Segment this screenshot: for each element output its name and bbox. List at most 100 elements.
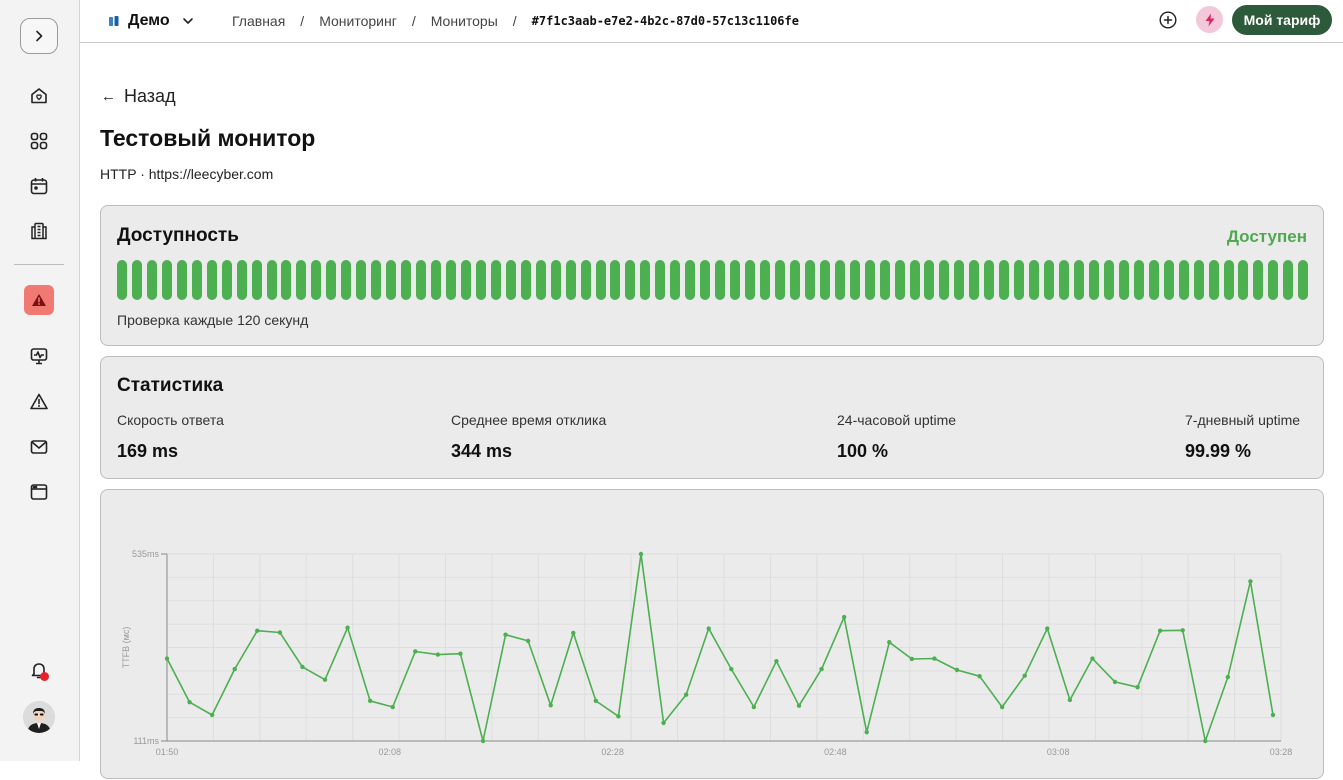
back-label: Назад bbox=[124, 86, 176, 106]
data-point bbox=[751, 704, 757, 710]
data-point bbox=[1022, 673, 1027, 678]
data-point bbox=[525, 638, 531, 644]
statistics-card: Статистика Скорость ответа 169 ms Средне… bbox=[100, 356, 1324, 479]
browser-icon[interactable] bbox=[27, 480, 51, 504]
availability-bar bbox=[356, 260, 367, 300]
data-point bbox=[458, 651, 463, 656]
page-title: Тестовый монитор bbox=[100, 125, 316, 151]
y-tick-label: 535ms bbox=[132, 549, 160, 559]
availability-bar bbox=[386, 260, 397, 300]
stat-uptime-7d: 7-дневный uptime 99.99 % bbox=[1185, 412, 1300, 462]
availability-bar bbox=[1059, 260, 1070, 300]
availability-title: Доступность bbox=[117, 225, 239, 246]
breadcrumb-monitoring[interactable]: Мониторинг bbox=[319, 13, 397, 29]
data-point bbox=[977, 673, 982, 679]
availability-bar bbox=[281, 260, 292, 300]
availability-bar bbox=[834, 260, 845, 300]
data-point bbox=[187, 699, 192, 705]
availability-bar bbox=[1118, 260, 1129, 300]
data-point bbox=[1135, 684, 1140, 690]
data-point bbox=[1248, 579, 1253, 584]
stat-response-speed: Скорость ответа 169 ms bbox=[117, 412, 224, 462]
avatar[interactable] bbox=[23, 701, 55, 733]
availability-bar bbox=[789, 260, 800, 300]
stat-avg-response: Среднее время отклика 344 ms bbox=[451, 412, 606, 462]
availability-bar bbox=[550, 260, 561, 300]
sidebar bbox=[0, 0, 80, 761]
data-point bbox=[1180, 628, 1185, 633]
availability-bar bbox=[117, 260, 127, 300]
availability-bar bbox=[1133, 260, 1144, 300]
monitor-icon[interactable] bbox=[27, 344, 51, 368]
x-tick-label: 01:50 bbox=[156, 747, 179, 757]
stat-uptime-24h: 24-часовой uptime 100 % bbox=[837, 412, 956, 462]
availability-bar bbox=[326, 260, 337, 300]
data-point bbox=[300, 664, 305, 670]
breadcrumb-separator: / bbox=[300, 13, 305, 29]
x-tick-label: 03:28 bbox=[1270, 747, 1293, 757]
data-point bbox=[345, 625, 350, 630]
availability-bar bbox=[774, 260, 785, 300]
upgrade-button[interactable] bbox=[1196, 6, 1223, 33]
data-point bbox=[774, 658, 779, 664]
data-point bbox=[480, 738, 486, 744]
building-icon[interactable] bbox=[27, 219, 51, 243]
availability-card: Доступность Доступен Проверка каждые 120… bbox=[100, 205, 1324, 346]
warning-icon[interactable] bbox=[27, 390, 51, 414]
breadcrumb-home[interactable]: Главная bbox=[232, 13, 285, 29]
statistics-title: Статистика bbox=[117, 375, 224, 396]
workspace-switcher[interactable]: Демо bbox=[108, 0, 194, 42]
availability-bar bbox=[146, 260, 157, 300]
data-point bbox=[1225, 674, 1231, 680]
data-point bbox=[232, 666, 237, 672]
mail-icon[interactable] bbox=[27, 435, 51, 459]
stat-value: 99.99 % bbox=[1185, 441, 1252, 461]
data-point bbox=[390, 704, 395, 710]
availability-bar bbox=[759, 260, 770, 300]
data-point bbox=[209, 712, 215, 718]
data-point bbox=[638, 551, 644, 557]
availability-bar bbox=[715, 260, 726, 300]
availability-bar bbox=[969, 260, 980, 300]
x-tick-label: 02:28 bbox=[601, 747, 624, 757]
back-link[interactable]: ← Назад bbox=[101, 86, 176, 107]
expand-sidebar-button[interactable] bbox=[20, 18, 58, 54]
availability-bar bbox=[460, 260, 471, 300]
stat-label: 24-часовой uptime bbox=[837, 412, 957, 428]
availability-bar bbox=[520, 260, 531, 300]
stat-value: 169 ms bbox=[117, 441, 179, 461]
availability-bar bbox=[804, 260, 815, 300]
data-point bbox=[1090, 656, 1095, 661]
calendar-icon[interactable] bbox=[27, 174, 51, 198]
availability-bar bbox=[655, 260, 666, 300]
add-button[interactable] bbox=[1158, 10, 1178, 30]
availability-bar bbox=[924, 260, 935, 300]
availability-bar bbox=[1238, 260, 1249, 300]
availability-bar bbox=[535, 260, 546, 300]
data-point bbox=[413, 649, 418, 654]
availability-bar bbox=[1014, 260, 1025, 300]
check-interval: Проверка каждые 120 секунд bbox=[117, 312, 309, 328]
my-plan-button[interactable]: Мой тариф bbox=[1232, 5, 1332, 35]
availability-bar bbox=[191, 260, 202, 300]
availability-bar bbox=[1208, 260, 1219, 300]
breadcrumb-monitors[interactable]: Мониторы bbox=[431, 13, 498, 29]
availability-bar bbox=[819, 260, 830, 300]
sidebar-item-incidents[interactable] bbox=[24, 285, 54, 315]
availability-bar bbox=[505, 260, 516, 300]
availability-bar bbox=[1283, 260, 1294, 300]
apps-grid-icon[interactable] bbox=[27, 129, 51, 153]
data-point bbox=[548, 703, 553, 708]
availability-bar bbox=[730, 260, 741, 300]
availability-bar bbox=[1268, 260, 1279, 300]
availability-bar bbox=[490, 260, 501, 300]
data-point bbox=[1157, 628, 1163, 633]
home-icon[interactable] bbox=[27, 84, 51, 108]
data-point bbox=[322, 677, 328, 682]
availability-bar bbox=[894, 260, 905, 300]
availability-bar bbox=[371, 260, 382, 300]
availability-bar bbox=[445, 260, 456, 300]
y-axis-label: TTFB (мс) bbox=[121, 627, 131, 669]
availability-bar bbox=[296, 260, 307, 300]
data-point bbox=[616, 714, 621, 719]
